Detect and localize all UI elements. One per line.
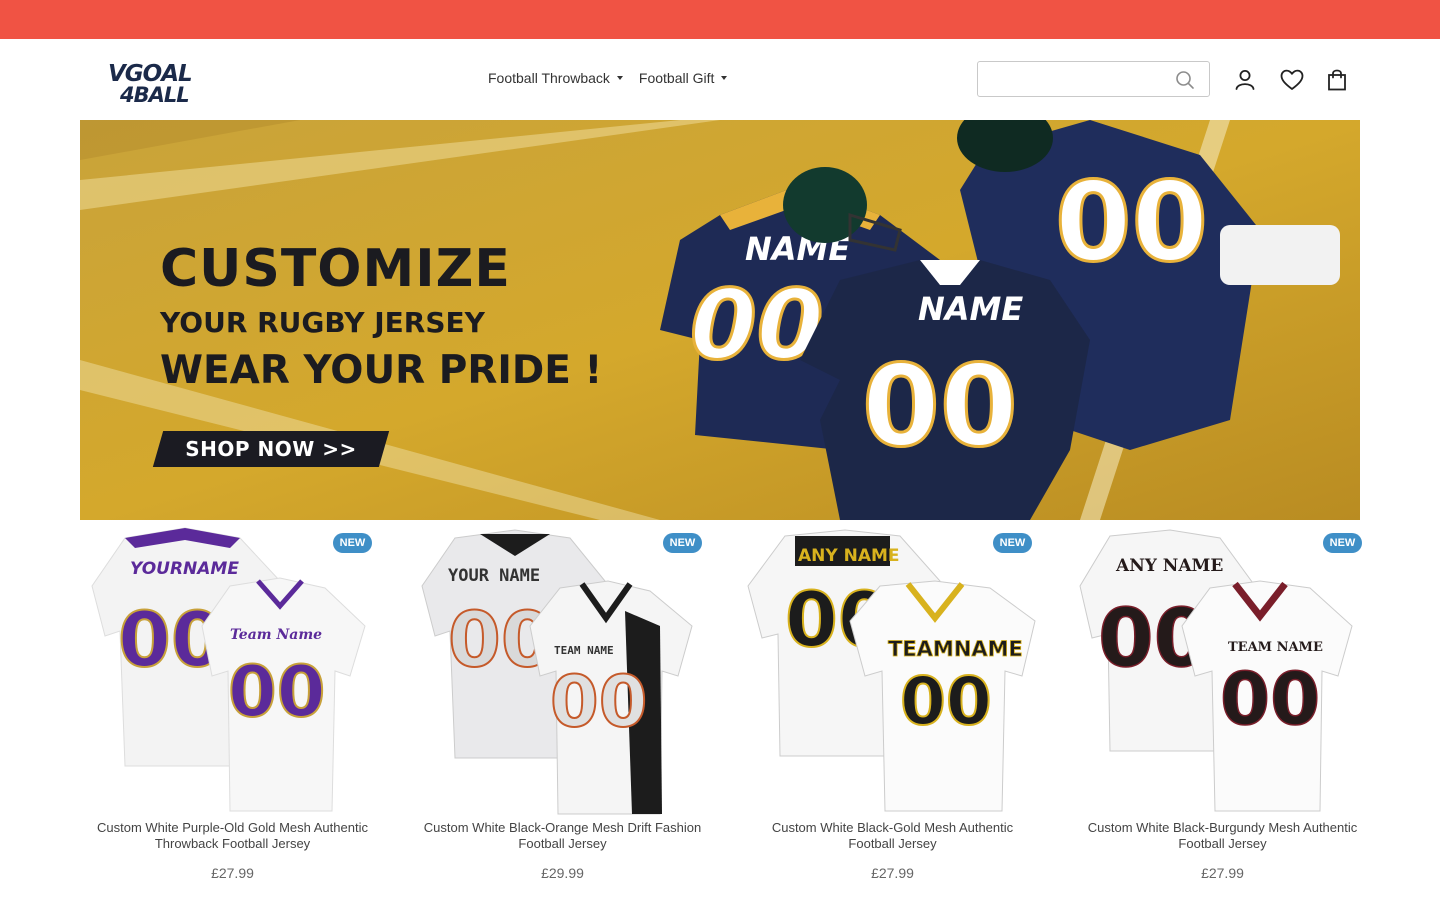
jersey-number-front: 00 xyxy=(900,663,992,740)
product-grid: YOURNAME 00 Team Name 00 NEW Custom Whit… xyxy=(80,526,1362,881)
wishlist-icon[interactable] xyxy=(1279,67,1305,93)
search-input[interactable] xyxy=(986,68,1166,90)
nav-football-throwback[interactable]: Football Throwback xyxy=(488,70,623,86)
product-price: £29.99 xyxy=(541,865,584,881)
jersey-image: YOURNAME 00 Team Name 00 xyxy=(91,527,366,812)
hero-copy: CUSTOMIZE YOUR RUGBY JERSEY WEAR YOUR PR… xyxy=(160,238,602,396)
product-title[interactable]: Custom White Black-Gold Mesh Authentic F… xyxy=(740,820,1045,852)
product-price: £27.99 xyxy=(1201,865,1244,881)
jersey-team-name: Team Name xyxy=(230,627,322,643)
product-card[interactable]: YOUR NAME 00 TEAM NAME 00 NEW Custom Whi… xyxy=(410,526,715,881)
product-image[interactable]: YOUR NAME 00 TEAM NAME 00 NEW xyxy=(410,526,715,816)
main-nav: Football Throwback Football Gift xyxy=(488,70,728,86)
product-image[interactable]: ANY NAME 00 TEAMNAME 00 NEW xyxy=(740,526,1045,816)
hero-jersey-number-2: 00 xyxy=(1055,158,1208,286)
product-card[interactable]: YOURNAME 00 Team Name 00 NEW Custom Whit… xyxy=(80,526,385,881)
jersey-team-name: TEAM NAME xyxy=(554,644,614,657)
jersey-print-name: ANY NAME xyxy=(1115,556,1223,576)
jersey-team-name: TEAM NAME xyxy=(1228,640,1323,655)
jersey-image: YOUR NAME 00 TEAM NAME 00 xyxy=(421,529,693,815)
search-icon[interactable] xyxy=(1175,70,1195,90)
shop-now-button[interactable]: SHOP NOW >> xyxy=(152,431,390,467)
hero-headline: CUSTOMIZE xyxy=(160,239,511,299)
jersey-number-front: 00 xyxy=(1220,657,1320,741)
product-title[interactable]: Custom White Black-Orange Mesh Drift Fas… xyxy=(410,820,715,852)
chevron-down-icon xyxy=(721,76,728,80)
product-card[interactable]: ANY NAME 00 TEAM NAME 00 NEW Custom Whit… xyxy=(1070,526,1375,881)
jersey-number-front: 00 xyxy=(228,651,325,733)
jersey-image: ANY NAME 00 TEAM NAME 00 xyxy=(1079,529,1353,812)
product-card[interactable]: ANY NAME 00 TEAMNAME 00 NEW Custom White… xyxy=(740,526,1045,881)
hero-jersey-number: 00 xyxy=(690,269,824,381)
shop-now-label: SHOP NOW >> xyxy=(185,437,357,461)
product-title[interactable]: Custom White Black-Burgundy Mesh Authent… xyxy=(1070,820,1375,852)
product-price: £27.99 xyxy=(871,865,914,881)
jersey-print-name: YOURNAME xyxy=(130,559,239,579)
search-box xyxy=(977,61,1210,97)
new-badge: NEW xyxy=(1323,533,1362,553)
jersey-number-front: 00 xyxy=(550,661,647,743)
site-header: VGOAL 4BALL Football Throwback Football … xyxy=(0,39,1440,120)
product-image[interactable]: YOURNAME 00 Team Name 00 NEW xyxy=(80,526,385,816)
hero-jersey-name-2: NAME xyxy=(918,290,1023,328)
jersey-team-name: TEAMNAME xyxy=(888,637,1023,661)
svg-text:4BALL: 4BALL xyxy=(119,83,189,105)
new-badge: NEW xyxy=(993,533,1032,553)
jersey-print-name: YOUR NAME xyxy=(448,566,540,586)
hero-tagline: WEAR YOUR PRIDE ! xyxy=(160,348,603,393)
account-icon[interactable] xyxy=(1232,67,1258,93)
chevron-down-icon xyxy=(616,76,623,80)
nav-label: Football Gift xyxy=(638,70,715,86)
brand-logo[interactable]: VGOAL 4BALL xyxy=(106,59,212,105)
cart-icon[interactable] xyxy=(1324,67,1350,93)
product-image[interactable]: ANY NAME 00 TEAM NAME 00 NEW xyxy=(1070,526,1375,816)
hero-jersey-number-3: 00 xyxy=(862,342,1018,472)
nav-football-gift[interactable]: Football Gift xyxy=(638,70,728,86)
logo-mark: VGOAL 4BALL xyxy=(108,61,193,105)
jersey-image: ANY NAME 00 TEAMNAME 00 xyxy=(747,529,1036,812)
product-title[interactable]: Custom White Purple-Old Gold Mesh Authen… xyxy=(80,820,385,852)
new-badge: NEW xyxy=(663,533,702,553)
hero-subheadline: YOUR RUGBY JERSEY xyxy=(160,306,485,339)
jersey-print-name: ANY NAME xyxy=(798,546,900,566)
announcement-bar xyxy=(0,0,1440,39)
hero-banner[interactable]: NAME 00 00 NAME 00 CUSTOMIZE YOUR RUGBY … xyxy=(80,120,1360,520)
hero-jersey-center: NAME 00 xyxy=(800,260,1090,520)
nav-label: Football Throwback xyxy=(488,70,610,86)
product-price: £27.99 xyxy=(211,865,254,881)
new-badge: NEW xyxy=(333,533,372,553)
